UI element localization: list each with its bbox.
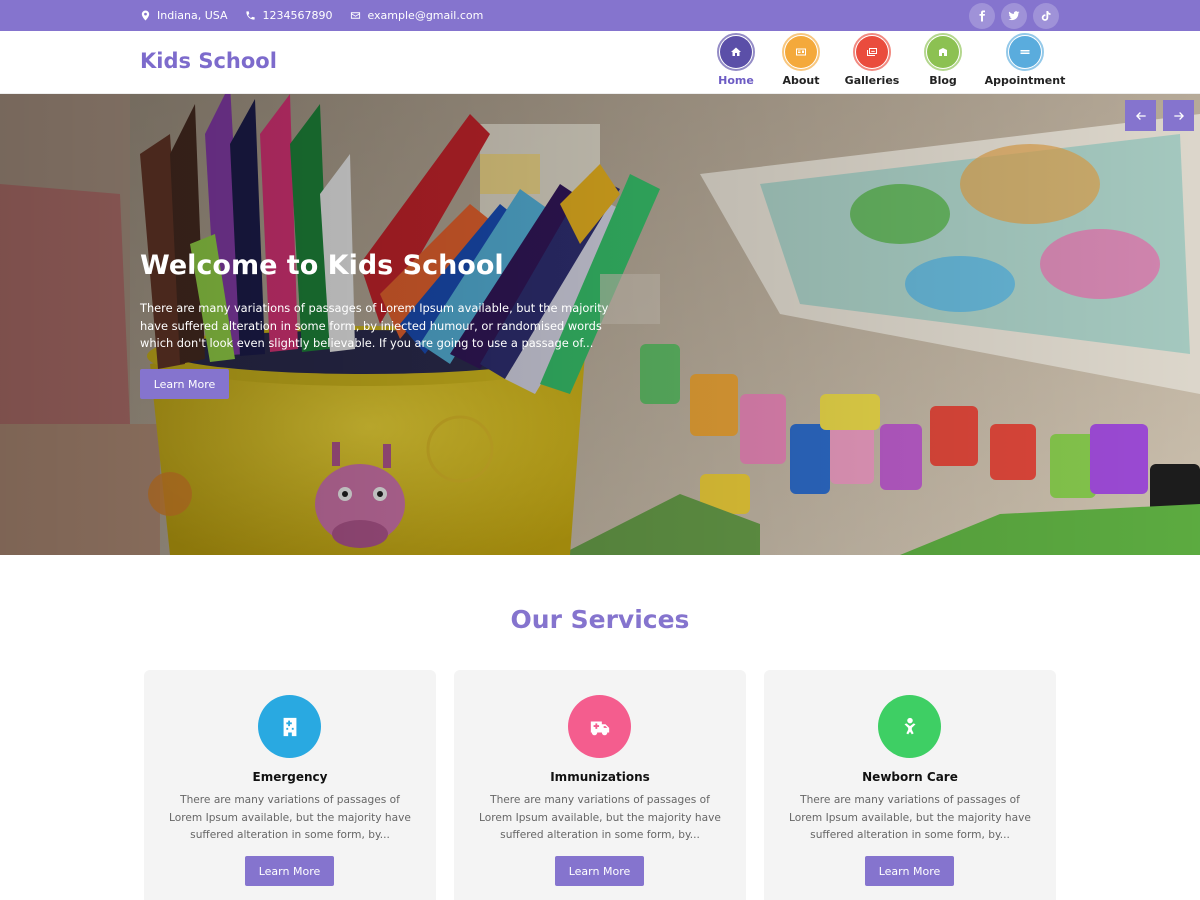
slider-next-button[interactable]	[1163, 100, 1194, 131]
appointment-icon	[1020, 50, 1030, 54]
envelope-icon	[351, 12, 361, 19]
service-title: Newborn Care	[862, 770, 958, 784]
twitter-icon	[1008, 11, 1020, 21]
service-learn-more-button[interactable]: Learn More	[865, 856, 954, 886]
location-item: Indiana, USA	[140, 9, 227, 22]
nav-item-appointment[interactable]: Appointment	[972, 33, 1078, 87]
contact-info: Indiana, USA 1234567890 example@gmail.co…	[140, 0, 483, 31]
nav-item-blog[interactable]: Blog	[914, 33, 972, 87]
hero-slider: Welcome to Kids School There are many va…	[0, 94, 1200, 555]
gallery-icon	[867, 48, 877, 56]
site-logo[interactable]: Kids School	[140, 49, 277, 73]
hero-learn-more-button[interactable]: Learn More	[140, 369, 229, 399]
service-learn-more-button[interactable]: Learn More	[245, 856, 334, 886]
phone-item[interactable]: 1234567890	[245, 9, 332, 22]
tiktok-button[interactable]	[1033, 3, 1059, 29]
nav-item-galleries[interactable]: Galleries	[830, 33, 914, 87]
blog-icon	[939, 48, 947, 56]
site-header: Kids School Home About Galleries Blog Ap…	[0, 31, 1200, 94]
service-title: Emergency	[252, 770, 328, 784]
nav-label-appointment: Appointment	[984, 74, 1066, 87]
phone-text[interactable]: 1234567890	[262, 9, 332, 22]
tiktok-icon	[1041, 11, 1051, 21]
nav-label-about: About	[782, 74, 820, 87]
service-title: Immunizations	[550, 770, 650, 784]
slider-prev-button[interactable]	[1125, 100, 1156, 131]
email-text[interactable]: example@gmail.com	[367, 9, 483, 22]
nav-icon-circle	[1006, 33, 1044, 71]
arrow-left-icon	[1135, 111, 1146, 120]
service-icon-circle	[878, 695, 941, 758]
service-description: There are many variations of passages of…	[789, 794, 1031, 841]
service-description: There are many variations of passages of…	[479, 794, 721, 841]
nav-label-blog: Blog	[929, 74, 957, 87]
hospital-icon	[283, 717, 296, 736]
service-card-newborn-care: Newborn Care There are many variations o…	[764, 670, 1056, 900]
nav-item-about[interactable]: About	[772, 33, 830, 87]
facebook-button[interactable]	[969, 3, 995, 29]
hero-title: Welcome to Kids School	[140, 250, 504, 281]
nav-label-home: Home	[718, 74, 754, 87]
ambulance-icon	[590, 721, 609, 735]
location-text: Indiana, USA	[157, 9, 228, 22]
service-icon-circle	[258, 695, 321, 758]
arrow-right-icon	[1173, 111, 1184, 120]
main-nav: Home About Galleries Blog Appointment	[700, 33, 1078, 87]
nav-icon-circle	[717, 33, 755, 71]
hero-description: There are many variations of passages of…	[140, 301, 609, 350]
service-icon-circle	[568, 695, 631, 758]
email-item[interactable]: example@gmail.com	[350, 9, 483, 22]
map-pin-icon	[141, 10, 150, 21]
twitter-button[interactable]	[1001, 3, 1027, 29]
id-card-icon	[796, 48, 806, 56]
nav-item-home[interactable]: Home	[700, 33, 772, 87]
services-title: Our Services	[510, 605, 690, 634]
top-bar: Indiana, USA 1234567890 example@gmail.co…	[0, 0, 1200, 31]
service-card-emergency: Emergency There are many variations of p…	[144, 670, 436, 900]
phone-icon	[246, 11, 256, 20]
facebook-icon	[979, 10, 985, 22]
nav-label-galleries: Galleries	[844, 74, 900, 87]
social-links	[969, 3, 1059, 29]
service-learn-more-button[interactable]: Learn More	[555, 856, 644, 886]
nav-icon-circle	[853, 33, 891, 71]
service-description: There are many variations of passages of…	[169, 794, 411, 841]
nav-icon-circle	[924, 33, 962, 71]
nav-icon-circle	[782, 33, 820, 71]
baby-icon	[904, 717, 915, 734]
home-icon	[731, 47, 741, 56]
service-card-immunizations: Immunizations There are many variations …	[454, 670, 746, 900]
